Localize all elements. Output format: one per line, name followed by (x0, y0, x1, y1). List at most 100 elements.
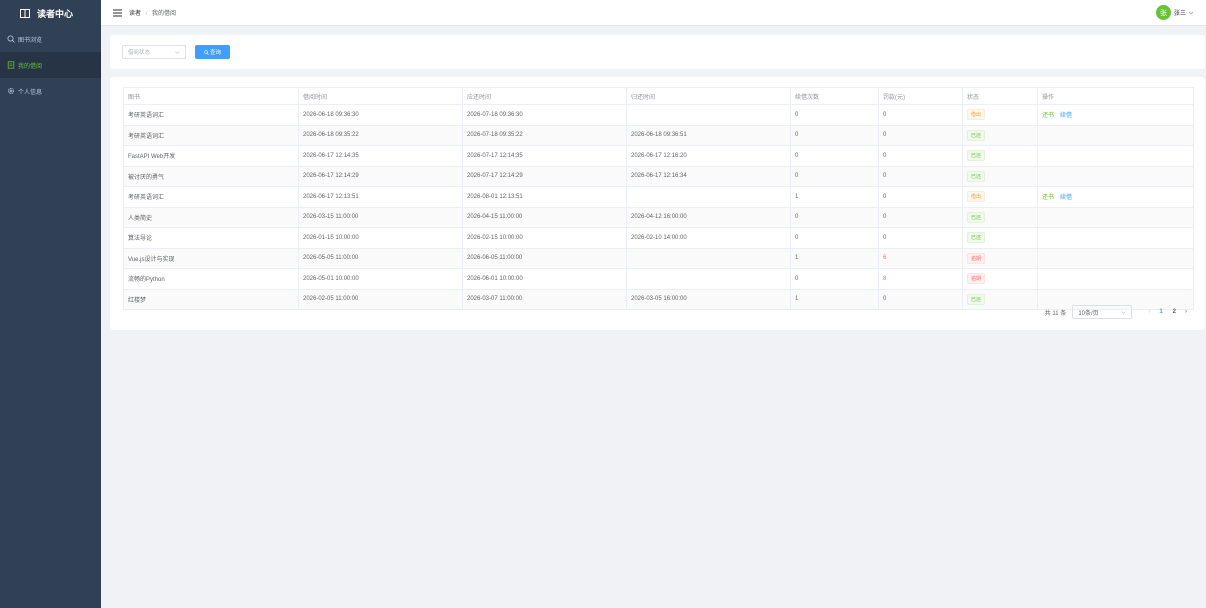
borrow-time-cell: 2026-05-05 11:00:00 (298, 247, 463, 269)
due-time-cell: 2026-07-17 12:14:29 (462, 165, 627, 187)
status-badge: 已还 (967, 150, 986, 162)
next-page-icon[interactable]: › (1185, 309, 1187, 315)
table-row: 流畅的Python 2026-05-01 10:00:00 2026-06-01 1… (123, 268, 1194, 290)
renew-link[interactable]: 续借 (1060, 195, 1072, 201)
table-row: Vue.js设计与实现 2026-05-05 11:00:00 2026-06-05… (123, 247, 1194, 269)
borrow-time-cell: 2026-06-18 09:36:30 (298, 104, 463, 126)
page-size-select[interactable]: 10条/页 (1072, 305, 1133, 319)
return-book-link[interactable]: 还书 (1042, 113, 1054, 119)
breadcrumb: 读者 / 我的借阅 (129, 8, 176, 17)
book-title-cell: 人类简史 (123, 206, 299, 228)
book-title-cell: FastAPI Web开发 (123, 145, 299, 167)
sidebar: 读者中心 图书浏览 我的借阅 个人信息 (0, 0, 101, 608)
table-card: 图书 借阅时间 应还时间 归还时间 续借次数 罚款(元) 状态 操作 考研英语词汇 2026-0… (110, 77, 1205, 330)
return-time-cell: 2026-03-05 16:00:00 (626, 288, 791, 310)
fine-cell: 8 (878, 268, 963, 290)
actions-cell: 还书 续借 (1037, 104, 1194, 126)
due-time-cell: 2026-07-17 12:14:35 (462, 145, 627, 167)
due-time-cell: 2026-06-05 11:00:00 (462, 247, 627, 269)
sidebar-item-my-borrow[interactable]: 我的借阅 (0, 52, 101, 78)
brand: 读者中心 (0, 0, 101, 26)
return-time-cell (626, 268, 791, 290)
table-row: 考研英语词汇 2026-06-17 12:13:51 2026-08-01 12:1… (123, 186, 1194, 208)
return-book-link[interactable]: 还书 (1042, 195, 1054, 201)
status-cell: 逾期 (962, 247, 1038, 269)
return-time-cell: 2026-02-10 14:00:00 (626, 227, 791, 249)
renew-link[interactable]: 续借 (1060, 113, 1072, 119)
search-icon (7, 35, 15, 43)
search-card: 借阅状态 查询 (110, 35, 1205, 69)
breadcrumb-root[interactable]: 读者 (129, 11, 141, 17)
column-header: 罚款(元) (878, 87, 963, 105)
table-row: FastAPI Web开发 2026-06-17 12:14:35 2026-07-… (123, 145, 1194, 167)
top-header: 读者 / 我的借阅 张 张三 (101, 0, 1206, 26)
user-menu[interactable]: 张 张三 (1155, 5, 1194, 20)
renew-count-cell: 0 (790, 145, 879, 167)
column-header: 续借次数 (790, 87, 879, 105)
book-title-cell: 流畅的Python (123, 268, 299, 290)
actions-cell (1037, 124, 1194, 146)
due-time-cell: 2026-07-18 09:36:30 (462, 104, 627, 126)
actions-cell (1037, 206, 1194, 228)
return-time-cell: 2026-06-18 09:36:51 (626, 124, 791, 146)
page-1[interactable]: 1 (1159, 309, 1162, 315)
column-header: 状态 (962, 87, 1038, 105)
column-header: 应还时间 (462, 87, 627, 105)
renew-count-cell: 0 (790, 268, 879, 290)
column-header: 操作 (1037, 87, 1194, 105)
borrow-time-cell: 2026-06-17 12:13:51 (298, 186, 463, 208)
status-badge: 已还 (967, 211, 986, 223)
status-cell: 已还 (962, 288, 1038, 310)
renew-count-cell: 0 (790, 227, 879, 249)
borrow-table: 图书 借阅时间 应还时间 归还时间 续借次数 罚款(元) 状态 操作 考研英语词汇 2026-0… (123, 87, 1194, 310)
actions-cell: 还书 续借 (1037, 186, 1194, 208)
fine-cell: 0 (878, 288, 963, 310)
status-badge: 已还 (967, 129, 986, 141)
page-size-value: 10条/页 (1078, 310, 1099, 317)
status-badge: 借出 (967, 109, 986, 121)
status-select-placeholder: 借阅状态 (128, 50, 151, 56)
status-badge: 逾期 (967, 273, 986, 285)
due-time-cell: 2026-07-18 09:35:22 (462, 124, 627, 146)
return-time-cell (626, 186, 791, 208)
sidebar-item-profile[interactable]: 个人信息 (0, 78, 101, 104)
actions-cell (1037, 268, 1194, 290)
page-2[interactable]: 2 (1173, 309, 1176, 315)
table-body: 考研英语词汇 2026-06-18 09:36:30 2026-07-18 09:3… (123, 104, 1194, 310)
sidebar-item-browse[interactable]: 图书浏览 (0, 26, 101, 52)
borrow-time-cell: 2026-06-18 09:35:22 (298, 124, 463, 146)
actions-cell (1037, 227, 1194, 249)
borrow-time-cell: 2026-03-15 11:00:00 (298, 206, 463, 228)
status-select[interactable]: 借阅状态 (122, 45, 186, 59)
status-cell: 借出 (962, 186, 1038, 208)
borrow-time-cell: 2026-06-17 12:14:29 (298, 165, 463, 187)
renew-count-cell: 0 (790, 124, 879, 146)
chevron-down-icon (1188, 10, 1194, 16)
renew-count-cell: 1 (790, 247, 879, 269)
avatar: 张 (1155, 5, 1171, 20)
status-cell: 逾期 (962, 268, 1038, 290)
status-badge: 已还 (967, 170, 986, 182)
user-name: 张三 (1173, 11, 1186, 17)
status-cell: 已还 (962, 206, 1038, 228)
sidebar-item-label: 个人信息 (18, 89, 43, 96)
status-cell: 借出 (962, 104, 1038, 126)
document-icon (7, 61, 15, 69)
table-row: 考研英语词汇 2026-06-18 09:35:22 2026-07-18 09:3… (123, 124, 1194, 146)
renew-count-cell: 0 (790, 165, 879, 187)
status-badge: 已还 (967, 232, 986, 244)
book-title-cell: 被讨厌的勇气 (123, 165, 299, 187)
return-time-cell (626, 104, 791, 126)
menu-toggle-icon[interactable] (113, 9, 122, 17)
borrow-time-cell: 2026-01-15 10:00:00 (298, 227, 463, 249)
status-badge: 借出 (967, 191, 986, 203)
fine-cell: 0 (878, 227, 963, 249)
table-row: 人类简史 2026-03-15 11:00:00 2026-04-15 11:00:… (123, 206, 1194, 228)
due-time-cell: 2026-06-01 10:00:00 (462, 268, 627, 290)
status-badge: 逾期 (967, 252, 986, 264)
return-time-cell: 2026-06-17 12:16:34 (626, 165, 791, 187)
query-button[interactable]: 查询 (195, 45, 230, 59)
prev-page-icon[interactable]: ‹ (1148, 309, 1150, 315)
status-cell: 已还 (962, 227, 1038, 249)
actions-cell (1037, 247, 1194, 269)
